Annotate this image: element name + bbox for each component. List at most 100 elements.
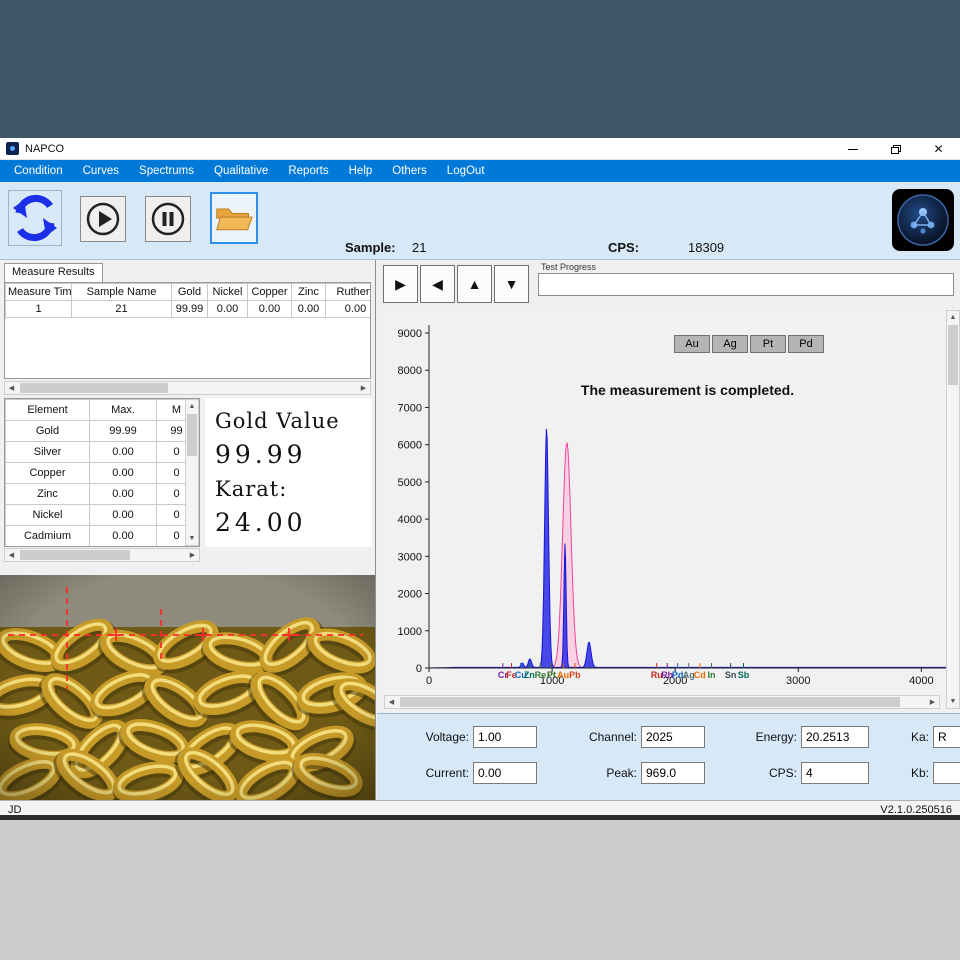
- open-file-button[interactable]: [210, 192, 258, 244]
- nav-up-button[interactable]: ▲: [457, 265, 492, 303]
- peak-input[interactable]: [641, 762, 705, 784]
- minimize-button[interactable]: [831, 138, 874, 160]
- element-marker-label: Re: [535, 670, 547, 680]
- nav-right-button[interactable]: ▶: [383, 265, 418, 303]
- scrollbar-track[interactable]: [398, 696, 926, 708]
- element-marker-label: Pb: [569, 670, 581, 680]
- scroll-right-icon[interactable]: ▶: [357, 382, 370, 394]
- minimize-icon: [848, 149, 858, 150]
- scroll-up-icon[interactable]: ▲: [186, 400, 198, 413]
- table-row[interactable]: 12199.990.000.000.000.00: [6, 301, 372, 318]
- y-tick-label: 6000: [398, 440, 422, 452]
- measurement-message: The measurement is completed.: [429, 382, 946, 398]
- cps-label: CPS:: [719, 762, 797, 784]
- close-button[interactable]: ✕: [917, 138, 960, 160]
- scroll-right-icon[interactable]: ▶: [186, 549, 199, 561]
- scrollbar-track[interactable]: [186, 413, 198, 532]
- scrollbar-track[interactable]: [18, 549, 186, 561]
- table-cell: 0.00: [90, 526, 157, 547]
- restore-icon: [891, 145, 901, 154]
- table-cell: Nickel: [6, 505, 90, 526]
- element-button-au[interactable]: Au: [674, 335, 710, 353]
- table-row[interactable]: Nickel0.000: [6, 505, 197, 526]
- nav-down-button[interactable]: ▼: [494, 265, 529, 303]
- sample-camera-view: [0, 575, 375, 800]
- kb-label: Kb:: [877, 762, 929, 784]
- table-row[interactable]: Silver0.000: [6, 442, 197, 463]
- voltage-input[interactable]: [473, 726, 537, 748]
- desktop-background: [0, 0, 960, 138]
- column-header: Max.: [90, 400, 157, 421]
- status-bar: JD V2.1.0.250516: [0, 800, 960, 818]
- scroll-down-icon[interactable]: ▼: [186, 532, 198, 545]
- peak-label: Peak:: [557, 762, 637, 784]
- pause-icon: [148, 199, 188, 239]
- menu-item-others[interactable]: Others: [382, 160, 437, 182]
- channel-input[interactable]: [641, 726, 705, 748]
- table-cell: 1: [6, 301, 72, 318]
- chart-hscrollbar[interactable]: ◀ ▶: [384, 695, 940, 709]
- scroll-down-icon[interactable]: ▼: [947, 695, 959, 708]
- scrollbar-thumb[interactable]: [20, 383, 168, 393]
- element-hscrollbar[interactable]: ◀ ▶: [4, 548, 200, 562]
- table-row[interactable]: Cadmium0.000: [6, 526, 197, 547]
- column-header: Nickel: [208, 284, 248, 301]
- scroll-left-icon[interactable]: ◀: [385, 696, 398, 708]
- table-row[interactable]: Zinc0.000: [6, 484, 197, 505]
- nav-left-button[interactable]: ◀: [420, 265, 455, 303]
- ka-input[interactable]: [933, 726, 960, 748]
- scrollbar-thumb[interactable]: [948, 325, 958, 385]
- cps-input[interactable]: [801, 762, 869, 784]
- menu-item-help[interactable]: Help: [339, 160, 383, 182]
- scroll-right-icon[interactable]: ▶: [926, 696, 939, 708]
- table-cell: 0.00: [248, 301, 292, 318]
- chart-vscrollbar[interactable]: ▲ ▼: [946, 310, 960, 709]
- scrollbar-thumb[interactable]: [400, 697, 900, 707]
- menu-item-spectrums[interactable]: Spectrums: [129, 160, 204, 182]
- refresh-button[interactable]: [8, 190, 62, 246]
- pause-button[interactable]: [145, 196, 191, 242]
- menu-item-reports[interactable]: Reports: [278, 160, 338, 182]
- cps-label: CPS:: [608, 240, 639, 255]
- play-icon: [83, 199, 123, 239]
- results-hscrollbar[interactable]: ◀ ▶: [4, 381, 371, 395]
- table-cell: 0.00: [90, 442, 157, 463]
- left-panel: Measure Results Measure TimesSample Name…: [0, 260, 375, 800]
- spectrum-chart: 0100020003000400050006000700080009000010…: [384, 310, 946, 695]
- scroll-left-icon[interactable]: ◀: [5, 549, 18, 561]
- menu-item-curves[interactable]: Curves: [73, 160, 129, 182]
- menu-item-qualitative[interactable]: Qualitative: [204, 160, 278, 182]
- element-button-pd[interactable]: Pd: [788, 335, 824, 353]
- table-row[interactable]: Gold99.9999: [6, 421, 197, 442]
- table-row[interactable]: Copper0.000: [6, 463, 197, 484]
- x-tick-label: 4000: [909, 675, 933, 687]
- crosshair-mark: [196, 628, 209, 641]
- right-panel: ▶◀▲▼ Test Progress 010002000300040005000…: [375, 260, 960, 800]
- menu-item-logout[interactable]: LogOut: [437, 160, 495, 182]
- y-tick-label: 0: [416, 663, 422, 675]
- scrollbar-track[interactable]: [18, 382, 357, 394]
- element-button-ag[interactable]: Ag: [712, 335, 748, 353]
- y-tick-label: 3000: [398, 551, 422, 563]
- restore-button[interactable]: [874, 138, 917, 160]
- menu-item-condition[interactable]: Condition: [4, 160, 73, 182]
- y-tick-label: 5000: [398, 477, 422, 489]
- energy-input[interactable]: [801, 726, 869, 748]
- measure-results-tab[interactable]: Measure Results: [4, 263, 103, 282]
- scroll-up-icon[interactable]: ▲: [947, 311, 959, 324]
- element-vscrollbar[interactable]: ▲ ▼: [185, 399, 199, 546]
- scrollbar-thumb[interactable]: [187, 414, 197, 456]
- scrollbar-track[interactable]: [947, 324, 959, 695]
- table-cell: 99.99: [90, 421, 157, 442]
- scroll-left-icon[interactable]: ◀: [5, 382, 18, 394]
- start-button[interactable]: [80, 196, 126, 242]
- x-tick-label: 0: [426, 675, 432, 687]
- channel-label: Channel:: [557, 726, 637, 748]
- close-icon: ✕: [933, 142, 943, 156]
- ka-label: Ka:: [877, 726, 929, 748]
- element-button-pt[interactable]: Pt: [750, 335, 786, 353]
- current-input[interactable]: [473, 762, 537, 784]
- kb-input[interactable]: [933, 762, 960, 784]
- gold-value-number: 99.99: [215, 438, 362, 472]
- scrollbar-thumb[interactable]: [20, 550, 130, 560]
